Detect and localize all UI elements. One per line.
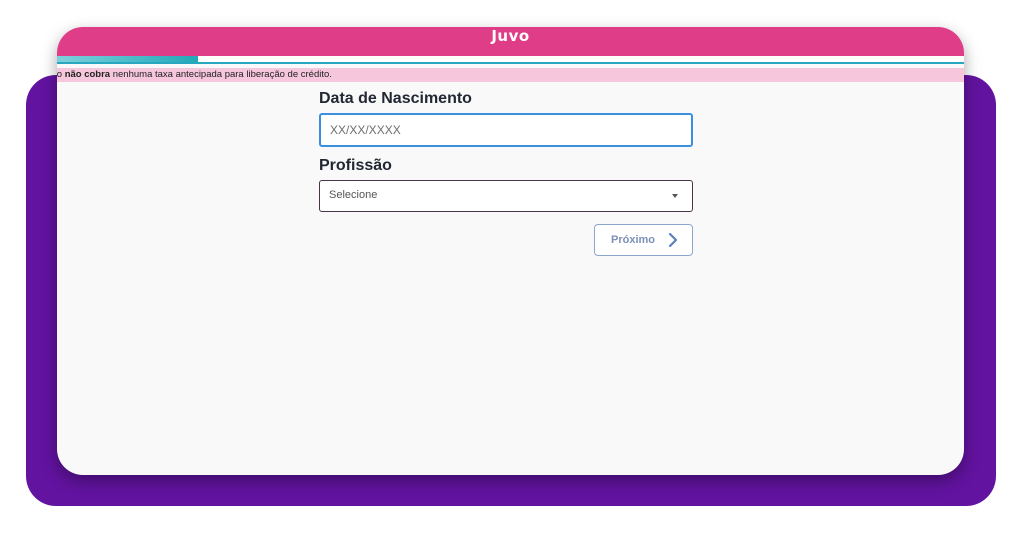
notice-bold: não cobra	[64, 69, 111, 80]
app-window: Juvo vo não cobra nenhuma taxa antecipad…	[57, 27, 964, 475]
birth-date-input[interactable]	[319, 113, 693, 147]
chevron-down-icon	[672, 194, 678, 198]
profession-select-value: Selecione	[329, 189, 378, 201]
notice-text: vo não cobra nenhuma taxa antecipada par…	[57, 68, 332, 82]
progress-line	[57, 62, 964, 64]
profession-label: Profissão	[319, 157, 392, 174]
next-button[interactable]: Próximo	[594, 224, 693, 256]
notice-bar: vo não cobra nenhuma taxa antecipada par…	[57, 68, 964, 82]
birth-date-label: Data de Nascimento	[319, 90, 472, 107]
app-header: Juvo	[57, 27, 964, 56]
notice-rest: nenhuma taxa antecipada para liberação d…	[110, 69, 332, 80]
next-button-label: Próximo	[611, 234, 656, 246]
juvo-logo: Juvo	[491, 27, 530, 45]
chevron-right-icon	[668, 232, 678, 248]
form-area: Data de Nascimento Profissão Selecione P…	[319, 89, 693, 256]
profession-select[interactable]: Selecione	[319, 180, 693, 212]
notice-prefix: vo	[57, 69, 63, 80]
